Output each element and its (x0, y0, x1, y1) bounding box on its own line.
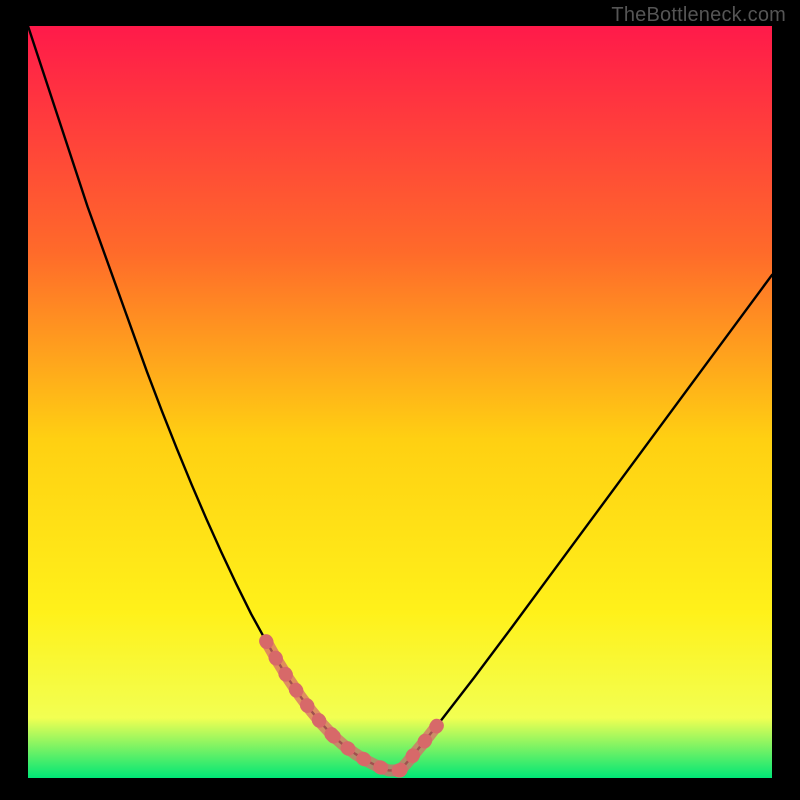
bottleneck-curve-chart (0, 0, 800, 800)
watermark-text: TheBottleneck.com (611, 4, 786, 27)
chart-frame: TheBottleneck.com (0, 0, 800, 800)
plot-background (28, 26, 772, 778)
